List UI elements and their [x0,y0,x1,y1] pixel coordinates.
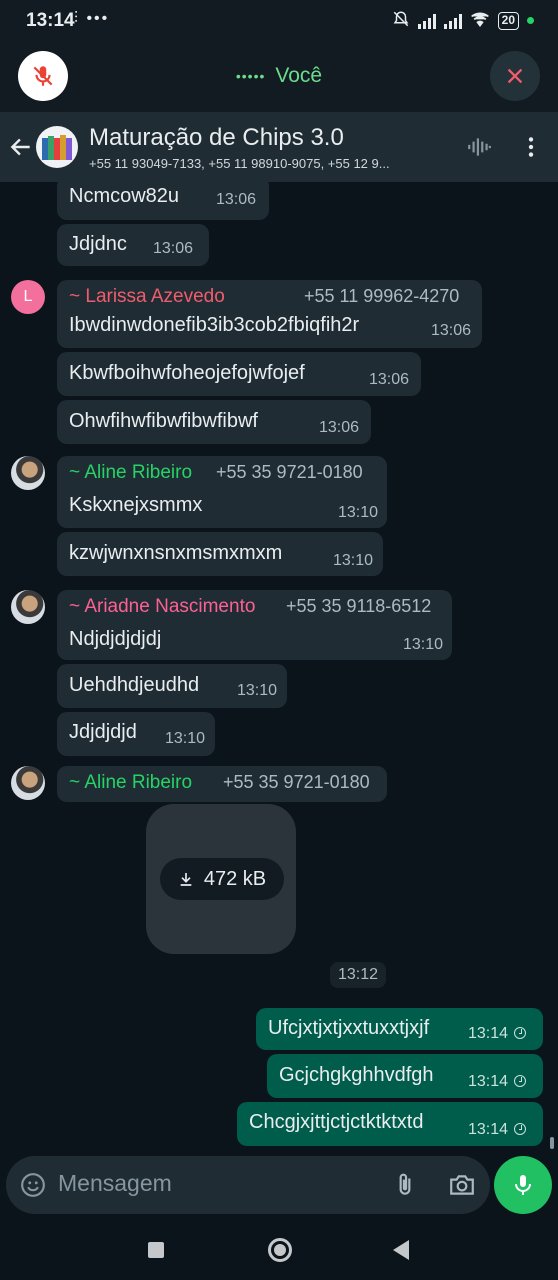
sender-name: ~ Larissa Azevedo [69,286,225,307]
media-message[interactable]: 472 kB [146,804,296,954]
call-title[interactable]: ••••• Você [0,64,558,88]
message-time: 13:14 [468,1073,527,1091]
group-name[interactable]: Maturação de Chips 3.0 [89,124,344,152]
message-bubble[interactable]: ~ Ariadne Nascimento +55 35 9118-6512 Nd… [57,590,452,660]
time-chip: 13:12 [330,962,386,988]
call-name: Você [275,64,323,87]
message-bubble[interactable]: ~ Aline Ribeiro +55 35 9721-0180 Kskxnej… [57,456,387,528]
battery-indicator: 20 [497,11,519,30]
status-right-icons: 20 [392,10,534,31]
message-composer: Mensagem [0,1156,558,1218]
sender-name: ~ Ariadne Nascimento [69,596,256,617]
message-time: 13:10 [333,552,374,569]
sender-avatar[interactable]: L [11,280,45,314]
voice-chat-icon[interactable] [466,134,492,160]
camera-icon[interactable] [448,1172,476,1198]
download-icon [180,873,192,886]
wifi-icon [470,11,490,30]
message-text: Chcgjxjttjctjctktktxtd [249,1111,424,1133]
chat-messages[interactable]: Ncmcow82u 13:06 Jdjdnc 13:06 L ~ Larissa… [0,182,558,1156]
sender-name: ~ Aline Ribeiro [69,772,193,793]
sender-phone: +55 35 9721-0180 [223,772,370,792]
message-bubble[interactable]: Jdjdnc 13:06 [57,224,209,266]
more-options-icon[interactable] [518,134,544,160]
close-icon [507,68,523,84]
message-text: Kskxnejxsmmx [69,494,203,516]
media-download-button[interactable]: 472 kB [160,858,284,900]
message-bubble[interactable]: Jdjdjdjd 13:10 [57,712,215,756]
pending-clock-icon [514,1027,527,1039]
message-time: 13:14 [468,1121,527,1139]
end-call-button[interactable] [490,51,540,101]
pending-clock-icon [514,1123,527,1135]
message-input[interactable]: Mensagem [58,1170,172,1197]
back-button[interactable] [393,1240,409,1260]
message-text: Kbwfboihwfoheojefojwfojef [69,362,305,384]
home-button[interactable] [268,1238,292,1262]
message-text: Ndjdjdjdjdj [69,628,162,650]
message-time: 13:10 [338,504,379,521]
system-nav-bar [0,1218,558,1280]
message-text: Jdjdjdjd [69,721,137,743]
sender-name: ~ Aline Ribeiro [69,462,193,483]
message-bubble[interactable]: Ncmcow82u 13:06 [57,182,269,220]
message-time: 13:06 [369,371,410,388]
mic-icon [515,1175,531,1195]
scrollbar[interactable] [550,1137,554,1149]
message-time: 13:06 [216,191,257,208]
outgoing-message-bubble[interactable]: Ufcjxtjxtjxxtuxxtjxjf 13:14 [256,1008,543,1050]
message-text: Ohwfihwfibwfibwfibwf [69,410,258,432]
message-bubble[interactable]: ~ Larissa Azevedo +55 11 99962-4270 Ibwd… [57,280,482,348]
message-time: 13:10 [237,682,278,699]
status-time: 13:14 [26,10,75,31]
sender-phone: +55 35 9721-0180 [216,462,363,482]
outgoing-message-bubble[interactable]: Chcgjxjttjctjctktktxtd 13:14 [237,1102,543,1146]
voice-record-button[interactable] [494,1156,552,1214]
outgoing-message-bubble[interactable]: Gcjchgkghhvdfgh 13:14 [267,1054,543,1098]
message-time: 13:06 [431,322,472,339]
message-input-box[interactable]: Mensagem [6,1156,490,1214]
pending-clock-icon [514,1075,527,1087]
sender-avatar[interactable] [11,590,45,624]
sender-avatar[interactable] [11,456,45,490]
sender-phone: +55 11 99962-4270 [304,286,460,306]
message-time: 13:10 [165,730,206,747]
message-text: Ncmcow82u [69,185,180,207]
privacy-dot-icon [527,17,534,24]
media-size: 472 kB [203,867,267,890]
signal-2-icon [443,13,462,29]
chat-header: Maturação de Chips 3.0 +55 11 93049-7133… [0,112,558,182]
emoji-icon[interactable] [20,1172,46,1198]
message-bubble[interactable]: Uehdhdjeudhd 13:10 [57,664,287,708]
message-time: 13:14 [468,1025,527,1043]
group-participants[interactable]: +55 11 93049-7133, +55 11 98910-9075, +5… [89,156,449,171]
group-avatar[interactable] [36,126,78,168]
attach-icon[interactable] [392,1172,418,1198]
recents-button[interactable] [148,1242,164,1258]
message-bubble[interactable]: Kbwfboihwfoheojefojwfojef 13:06 [57,352,421,396]
message-time: 13:10 [403,636,444,653]
status-bar: 13:14 ⫶ ••• 20 [0,0,558,42]
message-text: Jdjdnc [69,233,127,255]
message-text: kzwjwnxnsnxmsmxmxm [69,542,283,564]
message-time: 13:06 [319,419,360,436]
ongoing-call-bar[interactable]: ••••• Você [0,42,558,112]
message-text: Ufcjxtjxtjxxtuxxtjxjf [268,1017,430,1039]
message-header-bubble[interactable]: ~ Aline Ribeiro +55 35 9721-0180 [57,766,387,802]
back-arrow-icon[interactable] [8,134,34,160]
message-bubble[interactable]: kzwjwnxnsnxmsmxmxm 13:10 [57,532,383,576]
call-dots-icon: ••••• [235,68,266,85]
notification-icons: ⫶ ••• [74,10,110,27]
message-time: 13:06 [153,240,194,257]
message-text: Gcjchgkghhvdfgh [279,1064,434,1086]
sender-avatar[interactable] [11,766,45,800]
sender-phone: +55 35 9118-6512 [286,596,432,616]
message-text: Ibwdinwdonefib3ib3cob2fbiqfih2r [69,314,360,336]
signal-1-icon [417,13,436,29]
mute-bell-icon [392,10,410,31]
message-text: Uehdhdjeudhd [69,674,200,696]
message-bubble[interactable]: Ohwfihwfibwfibwfibwf 13:06 [57,400,371,444]
